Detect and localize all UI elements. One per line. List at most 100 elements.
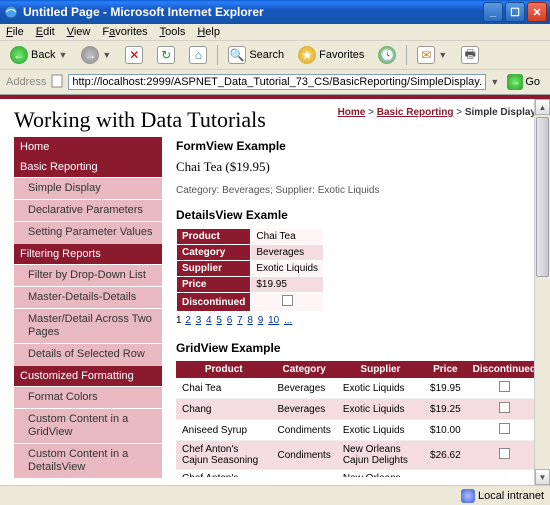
menubar: File Edit View Favorites Tools Help — [0, 24, 550, 41]
address-label: Address — [6, 76, 46, 88]
gridview-heading: GridView Example — [176, 341, 542, 355]
pager-link[interactable]: ... — [284, 315, 292, 326]
stop-button[interactable]: ✕ — [121, 44, 147, 66]
pager-link[interactable]: 6 — [227, 315, 233, 326]
address-bar: Address ▼ →Go — [0, 70, 550, 95]
crumb-basic[interactable]: Basic Reporting — [377, 107, 454, 118]
formview-text: Chai Tea ($19.95) — [176, 159, 542, 175]
sidebar-item[interactable]: Basic Reporting — [14, 157, 162, 177]
close-button[interactable]: ✕ — [527, 2, 547, 22]
checkbox-icon — [499, 423, 510, 434]
dv-header: Price — [177, 277, 251, 293]
sidebar-item[interactable]: Master-Details-Details — [14, 286, 162, 308]
detailsview-pager: 1 2 3 4 5 6 7 8 9 10 ... — [176, 312, 542, 329]
sidebar-item[interactable]: Custom Content in a DetailsView — [14, 443, 162, 478]
refresh-button[interactable]: ↻ — [153, 44, 179, 66]
favorites-button[interactable]: ★Favorites — [294, 44, 368, 66]
menu-file[interactable]: File — [6, 26, 24, 38]
formview-heading: FormView Example — [176, 139, 542, 153]
table-row: Aniseed SyrupCondimentsExotic Liquids$10… — [176, 420, 542, 441]
sidebar-item[interactable]: Format Colors — [14, 386, 162, 408]
menu-favorites[interactable]: Favorites — [102, 26, 147, 38]
formview-meta: Category: Beverages; Supplier: Exotic Li… — [176, 185, 542, 196]
sidebar-item[interactable]: Custom Content in a GridView — [14, 408, 162, 443]
pager-link[interactable]: 5 — [216, 315, 222, 326]
dv-cell: Chai Tea — [251, 229, 324, 245]
gv-header[interactable]: Product — [176, 361, 271, 378]
mail-button[interactable]: ✉▼ — [413, 44, 451, 66]
table-row: Chef Anton's Gumbo MixCondimentsNew Orle… — [176, 470, 542, 478]
pager-link[interactable]: 2 — [185, 315, 191, 326]
menu-tools[interactable]: Tools — [160, 26, 186, 38]
dv-cell: Exotic Liquids — [251, 261, 324, 277]
dv-header: Category — [177, 245, 251, 261]
sidebar-item[interactable]: Filter by Drop-Down List — [14, 264, 162, 286]
dv-header: Discontinued — [177, 293, 251, 312]
page-title: Working with Data Tutorials — [14, 107, 266, 133]
gv-header[interactable]: Price — [424, 361, 467, 378]
window-titlebar: Untitled Page - Microsoft Internet Explo… — [0, 0, 550, 24]
sidebar-item[interactable]: Filtering Reports — [14, 244, 162, 264]
back-button[interactable]: ←Back▼ — [6, 44, 71, 66]
main-content: FormView Example Chai Tea ($19.95) Categ… — [176, 137, 542, 477]
sidebar-nav: HomeBasic ReportingSimple DisplayDeclara… — [14, 137, 162, 477]
crumb-home[interactable]: Home — [338, 107, 366, 118]
dv-cell — [251, 293, 324, 312]
page-content: Working with Data Tutorials Home > Basic… — [0, 95, 550, 485]
checkbox-icon — [499, 402, 510, 413]
status-bar: Local intranet — [0, 485, 550, 505]
dv-cell: Beverages — [251, 245, 324, 261]
pager-link[interactable]: 3 — [196, 315, 202, 326]
menu-edit[interactable]: Edit — [36, 26, 55, 38]
page-icon — [50, 74, 64, 91]
go-button[interactable]: →Go — [503, 73, 544, 91]
breadcrumb: Home > Basic Reporting > Simple Display — [338, 107, 536, 118]
checkbox-icon — [499, 381, 510, 392]
table-row: ChangBeveragesExotic Liquids$19.25 — [176, 399, 542, 420]
history-button[interactable]: 🕓 — [374, 44, 400, 66]
sidebar-item[interactable]: Home — [14, 137, 162, 157]
menu-view[interactable]: View — [67, 26, 91, 38]
ie-icon — [3, 4, 19, 20]
sidebar-item[interactable]: Details of Selected Row — [14, 343, 162, 365]
menu-help[interactable]: Help — [197, 26, 220, 38]
home-button[interactable]: ⌂ — [185, 44, 211, 66]
address-dropdown[interactable]: ▼ — [490, 77, 499, 87]
dv-cell: $19.95 — [251, 277, 324, 293]
address-input[interactable] — [68, 74, 486, 90]
sidebar-item[interactable]: Setting Parameter Values — [14, 221, 162, 243]
checkbox-icon — [499, 448, 510, 459]
sidebar-item[interactable]: Customized Formatting — [14, 366, 162, 386]
print-button[interactable]: 🖶 — [457, 44, 483, 66]
pager-link[interactable]: 9 — [258, 315, 264, 326]
forward-button[interactable]: →▼ — [77, 44, 115, 66]
pager-link[interactable]: 4 — [206, 315, 212, 326]
checkbox-icon — [282, 295, 293, 306]
table-row: Chef Anton's Cajun SeasoningCondimentsNe… — [176, 441, 542, 470]
dv-header: Supplier — [177, 261, 251, 277]
zone-text: Local intranet — [478, 490, 544, 502]
scroll-down-button[interactable]: ▼ — [535, 469, 550, 485]
scroll-up-button[interactable]: ▲ — [535, 99, 550, 115]
minimize-button[interactable]: _ — [483, 2, 503, 22]
sidebar-item[interactable]: Master/Detail Across Two Pages — [14, 308, 162, 343]
gv-header[interactable]: Discontinued — [467, 361, 542, 378]
vertical-scrollbar[interactable]: ▲ ▼ — [534, 99, 550, 485]
table-row: Chai TeaBeveragesExotic Liquids$19.95 — [176, 378, 542, 399]
gv-header[interactable]: Supplier — [337, 361, 424, 378]
search-button[interactable]: 🔍Search — [224, 44, 288, 66]
sidebar-item[interactable]: Simple Display — [14, 177, 162, 199]
gv-header[interactable]: Category — [271, 361, 336, 378]
dv-header: Product — [177, 229, 251, 245]
gridview-table: ProductCategorySupplierPriceDiscontinued… — [176, 361, 542, 477]
toolbar: ←Back▼ →▼ ✕ ↻ ⌂ 🔍Search ★Favorites 🕓 ✉▼ … — [0, 41, 550, 70]
status-zone: Local intranet — [461, 489, 544, 503]
pager-link[interactable]: 10 — [268, 315, 279, 326]
sidebar-item[interactable]: Declarative Parameters — [14, 199, 162, 221]
detailsview-table: ProductChai TeaCategoryBeveragesSupplier… — [176, 228, 324, 312]
crumb-current: Simple Display — [465, 107, 536, 118]
pager-link[interactable]: 8 — [247, 315, 253, 326]
maximize-button[interactable]: ☐ — [505, 2, 525, 22]
scroll-thumb[interactable] — [536, 117, 549, 277]
pager-link[interactable]: 7 — [237, 315, 243, 326]
